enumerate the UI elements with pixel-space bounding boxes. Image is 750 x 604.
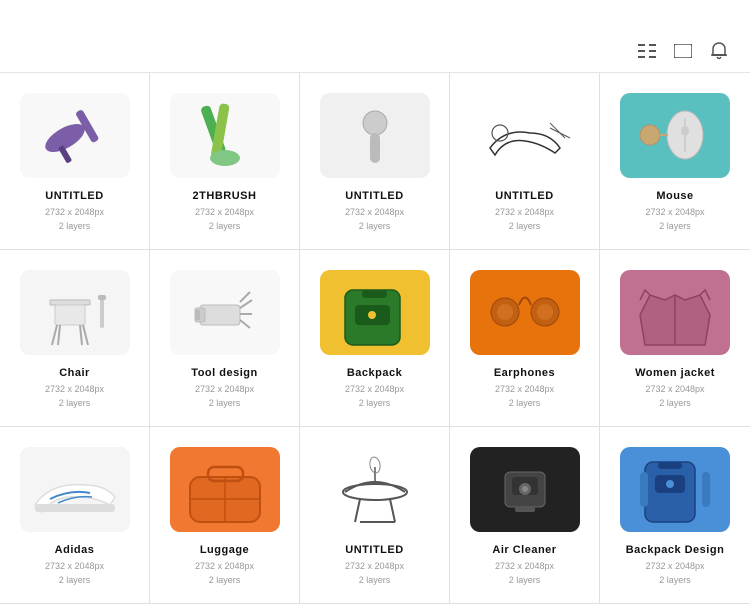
- item-meta: 2732 x 2048px2 layers: [45, 383, 104, 410]
- item-meta: 2732 x 2048px2 layers: [495, 560, 554, 587]
- item-meta: 2732 x 2048px2 layers: [195, 560, 254, 587]
- item-thumbnail: [320, 270, 430, 355]
- grid-row-2: Adidas 2732 x 2048px2 layers Luggage 2732 …: [0, 427, 750, 604]
- list-item[interactable]: Backpack Design 2732 x 2048px2 layers: [600, 427, 750, 603]
- list-item[interactable]: UNTITLED 2732 x 2048px2 layers: [300, 73, 450, 249]
- item-meta: 2732 x 2048px2 layers: [645, 383, 704, 410]
- item-meta: 2732 x 2048px2 layers: [495, 383, 554, 410]
- list-item[interactable]: Earphones 2732 x 2048px2 layers: [450, 250, 600, 426]
- item-thumbnail: [470, 93, 580, 178]
- app-header: [0, 0, 750, 30]
- item-name: Backpack: [347, 367, 402, 379]
- item-thumbnail: [470, 270, 580, 355]
- item-thumbnail: [620, 270, 730, 355]
- item-meta: 2732 x 2048px2 layers: [495, 206, 554, 233]
- item-name: Women jacket: [635, 367, 715, 379]
- grid-row-0: UNTITLED 2732 x 2048px2 layers 2THBRUSH 27…: [0, 73, 750, 250]
- list-item[interactable]: UNTITLED 2732 x 2048px2 layers: [450, 73, 600, 249]
- item-thumbnail: [20, 447, 130, 532]
- item-thumbnail: [20, 93, 130, 178]
- list-item[interactable]: Tool design 2732 x 2048px2 layers: [150, 250, 300, 426]
- item-meta: 2732 x 2048px2 layers: [195, 383, 254, 410]
- list-item[interactable]: UNTITLED 2732 x 2048px2 layers: [0, 73, 150, 249]
- grid-container: UNTITLED 2732 x 2048px2 layers 2THBRUSH 27…: [0, 73, 750, 604]
- list-item[interactable]: UNTITLED 2732 x 2048px2 layers: [300, 427, 450, 603]
- item-thumbnail: [620, 93, 730, 178]
- list-view-icon[interactable]: [672, 40, 694, 62]
- item-name: Air Cleaner: [492, 544, 556, 556]
- item-meta: 2732 x 2048px2 layers: [345, 560, 404, 587]
- item-name: Adidas: [55, 544, 95, 556]
- item-thumbnail: [170, 270, 280, 355]
- item-thumbnail: [170, 93, 280, 178]
- item-thumbnail: [320, 93, 430, 178]
- item-name: Luggage: [200, 544, 249, 556]
- toolbar: [0, 30, 750, 73]
- list-item[interactable]: Luggage 2732 x 2048px2 layers: [150, 427, 300, 603]
- item-thumbnail: [470, 447, 580, 532]
- list-item[interactable]: Mouse 2732 x 2048px2 layers: [600, 73, 750, 249]
- item-name: Earphones: [494, 367, 555, 379]
- grid-view-icon[interactable]: [636, 40, 658, 62]
- item-meta: 2732 x 2048px2 layers: [345, 206, 404, 233]
- item-meta: 2732 x 2048px2 layers: [645, 206, 704, 233]
- item-name: UNTITLED: [45, 190, 103, 202]
- item-name: UNTITLED: [495, 190, 553, 202]
- item-name: 2THBRUSH: [193, 190, 257, 202]
- item-name: Mouse: [656, 190, 693, 202]
- item-meta: 2732 x 2048px2 layers: [45, 206, 104, 233]
- item-name: UNTITLED: [345, 190, 403, 202]
- list-item[interactable]: Women jacket 2732 x 2048px2 layers: [600, 250, 750, 426]
- list-item[interactable]: Chair 2732 x 2048px2 layers: [0, 250, 150, 426]
- list-item[interactable]: Backpack 2732 x 2048px2 layers: [300, 250, 450, 426]
- grid-row-1: Chair 2732 x 2048px2 layers Tool design 27…: [0, 250, 750, 427]
- item-meta: 2732 x 2048px2 layers: [195, 206, 254, 233]
- item-name: Backpack Design: [626, 544, 725, 556]
- list-item[interactable]: 2THBRUSH 2732 x 2048px2 layers: [150, 73, 300, 249]
- list-item[interactable]: Air Cleaner 2732 x 2048px2 layers: [450, 427, 600, 603]
- item-meta: 2732 x 2048px2 layers: [645, 560, 704, 587]
- item-name: Chair: [59, 367, 90, 379]
- list-item[interactable]: Adidas 2732 x 2048px2 layers: [0, 427, 150, 603]
- toolbar-right: [636, 40, 730, 62]
- item-thumbnail: [320, 447, 430, 532]
- item-meta: 2732 x 2048px2 layers: [345, 383, 404, 410]
- item-thumbnail: [20, 270, 130, 355]
- item-name: Tool design: [191, 367, 257, 379]
- notifications-icon[interactable]: [708, 40, 730, 62]
- item-name: UNTITLED: [345, 544, 403, 556]
- item-thumbnail: [620, 447, 730, 532]
- item-meta: 2732 x 2048px2 layers: [45, 560, 104, 587]
- item-thumbnail: [170, 447, 280, 532]
